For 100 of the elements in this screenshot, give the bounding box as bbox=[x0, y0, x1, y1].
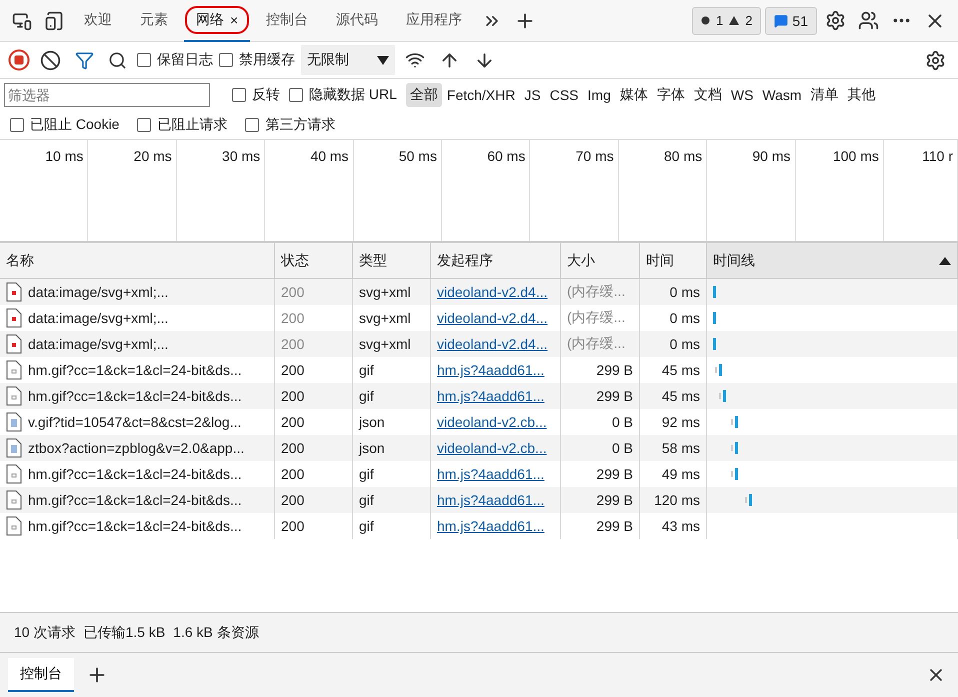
checkbox-label[interactable]: 保留日志 bbox=[137, 51, 213, 69]
column-header[interactable]: 时间线 bbox=[707, 243, 958, 279]
checkbox[interactable] bbox=[137, 53, 151, 67]
caret-icon bbox=[377, 56, 389, 64]
waterfall-bar bbox=[713, 338, 716, 350]
panel-tab[interactable]: 源代码 bbox=[324, 0, 390, 42]
size-cell: (内存缓... bbox=[561, 331, 640, 357]
time-tick: 80 ms bbox=[618, 140, 708, 241]
waterfall-bar bbox=[731, 468, 738, 480]
name-cell[interactable]: ztbox?action=zpblog&v=2.0&app... bbox=[0, 435, 275, 461]
panel-tab[interactable]: 应用程序 bbox=[394, 0, 474, 42]
checkbox-label[interactable]: 禁用缓存 bbox=[219, 51, 295, 69]
type-filter[interactable]: JS bbox=[520, 83, 545, 107]
status-cell: 200 bbox=[275, 435, 353, 461]
initiator-link[interactable]: hm.js?4aadd61... bbox=[437, 518, 544, 534]
checkbox-label[interactable]: 反转 bbox=[232, 86, 280, 104]
initiator-link[interactable]: videoland-v2.cb... bbox=[437, 440, 547, 456]
initiator-link[interactable]: hm.js?4aadd61... bbox=[437, 492, 544, 508]
initiator-link[interactable]: hm.js?4aadd61... bbox=[437, 388, 544, 404]
waterfall-bar bbox=[719, 390, 726, 402]
time-cell: 0 ms bbox=[640, 279, 707, 305]
checkbox[interactable] bbox=[245, 118, 260, 132]
initiator-link[interactable]: hm.js?4aadd61... bbox=[437, 362, 544, 378]
checkbox[interactable] bbox=[219, 53, 233, 67]
checkbox[interactable] bbox=[232, 88, 246, 102]
name-cell[interactable]: data:image/svg+xml;... bbox=[0, 331, 275, 357]
time-tick: 100 ms bbox=[796, 140, 884, 241]
name-cell[interactable]: hm.gif?cc=1&ck=1&cl=24-bit&ds... bbox=[0, 383, 275, 409]
initiator-link[interactable]: videoland-v2.d4... bbox=[437, 310, 548, 326]
type-filter[interactable]: CSS bbox=[546, 83, 583, 107]
type-cell: svg+xml bbox=[353, 331, 431, 357]
type-filter[interactable]: 媒体 bbox=[616, 83, 652, 107]
time-tick: 20 ms bbox=[88, 140, 177, 241]
column-header[interactable]: 时间 bbox=[640, 243, 707, 279]
time-cell: 58 ms bbox=[640, 435, 707, 461]
initiator-link[interactable]: videoland-v2.d4... bbox=[437, 284, 548, 300]
file-icon bbox=[6, 516, 22, 536]
type-cell: json bbox=[353, 435, 431, 461]
error-count: 1 bbox=[716, 13, 724, 28]
column-header[interactable]: 大小 bbox=[561, 243, 640, 279]
panel-tab[interactable]: 网络 × bbox=[184, 0, 250, 42]
column-header[interactable]: 类型 bbox=[353, 243, 431, 279]
checkbox-label[interactable]: 第三方请求 bbox=[245, 116, 336, 134]
checkbox[interactable] bbox=[289, 88, 303, 102]
time-cell: 120 ms bbox=[640, 487, 707, 513]
checkbox-label[interactable]: 隐藏数据 URL bbox=[289, 86, 397, 104]
file-icon bbox=[6, 282, 22, 302]
column-header[interactable]: 状态 bbox=[275, 243, 353, 279]
status-cell: 200 bbox=[275, 331, 353, 357]
issues-counter[interactable]: 1 2 bbox=[692, 6, 762, 34]
file-icon bbox=[6, 386, 22, 406]
annotation-ring bbox=[185, 6, 250, 34]
panel-tab[interactable]: 元素 bbox=[128, 0, 180, 42]
waterfall-bar bbox=[745, 494, 752, 506]
filter-input[interactable]: 筛选器 bbox=[4, 83, 210, 107]
type-filter[interactable]: 字体 bbox=[652, 83, 689, 107]
initiator-link[interactable]: videoland-v2.d4... bbox=[437, 336, 548, 352]
type-filter[interactable]: Wasm bbox=[758, 83, 806, 107]
type-filter[interactable]: Fetch/XHR bbox=[442, 83, 520, 107]
status-cell: 200 bbox=[275, 383, 353, 409]
checkbox-label[interactable]: 已阻止 Cookie bbox=[10, 116, 120, 134]
checkbox[interactable] bbox=[137, 118, 152, 132]
size-cell: 0 B bbox=[561, 435, 640, 461]
message-count: 51 bbox=[792, 12, 808, 28]
type-filter[interactable]: 其他 bbox=[844, 83, 880, 107]
record-icon[interactable] bbox=[8, 49, 30, 71]
column-header[interactable]: 发起程序 bbox=[431, 243, 561, 279]
drawer-tab[interactable]: 控制台 bbox=[8, 658, 74, 692]
time-cell: 0 ms bbox=[640, 331, 707, 357]
status-cell: 200 bbox=[275, 487, 353, 513]
checkbox-label[interactable]: 已阻止请求 bbox=[137, 116, 228, 134]
panel-tab[interactable]: 控制台 bbox=[254, 0, 320, 42]
name-cell[interactable]: hm.gif?cc=1&ck=1&cl=24-bit&ds... bbox=[0, 487, 275, 513]
type-filter[interactable]: WS bbox=[726, 83, 758, 107]
checkbox[interactable] bbox=[10, 118, 24, 132]
panel-tab[interactable]: 欢迎 bbox=[72, 0, 124, 42]
sort-ascending-icon bbox=[939, 256, 951, 264]
size-cell: 299 B bbox=[561, 487, 640, 513]
type-filter[interactable]: 文档 bbox=[690, 83, 726, 107]
messages-counter[interactable]: 51 bbox=[765, 6, 817, 34]
column-header[interactable]: 名称 bbox=[0, 243, 275, 279]
waterfall-bar bbox=[731, 416, 738, 428]
type-filter[interactable]: Img bbox=[584, 83, 615, 107]
name-cell[interactable]: data:image/svg+xml;... bbox=[0, 279, 275, 305]
initiator-link[interactable]: hm.js?4aadd61... bbox=[437, 466, 544, 482]
summary-text: 1.6 kB 条资源 bbox=[173, 624, 259, 642]
waterfall-bar bbox=[713, 286, 716, 298]
message-icon bbox=[774, 14, 788, 28]
time-tick: 40 ms bbox=[265, 140, 354, 241]
file-icon bbox=[6, 334, 22, 354]
type-cell: gif bbox=[353, 487, 431, 513]
file-icon bbox=[6, 360, 22, 380]
file-icon bbox=[6, 438, 22, 458]
time-tick: 110 r bbox=[884, 140, 958, 241]
file-icon bbox=[6, 490, 22, 510]
type-filter[interactable]: 全部 bbox=[406, 83, 442, 107]
type-filter[interactable]: 清单 bbox=[806, 83, 843, 107]
close-tab-icon[interactable]: × bbox=[230, 12, 238, 28]
throttling-dropdown[interactable]: 无限制 bbox=[301, 45, 395, 75]
initiator-link[interactable]: videoland-v2.cb... bbox=[437, 414, 547, 430]
